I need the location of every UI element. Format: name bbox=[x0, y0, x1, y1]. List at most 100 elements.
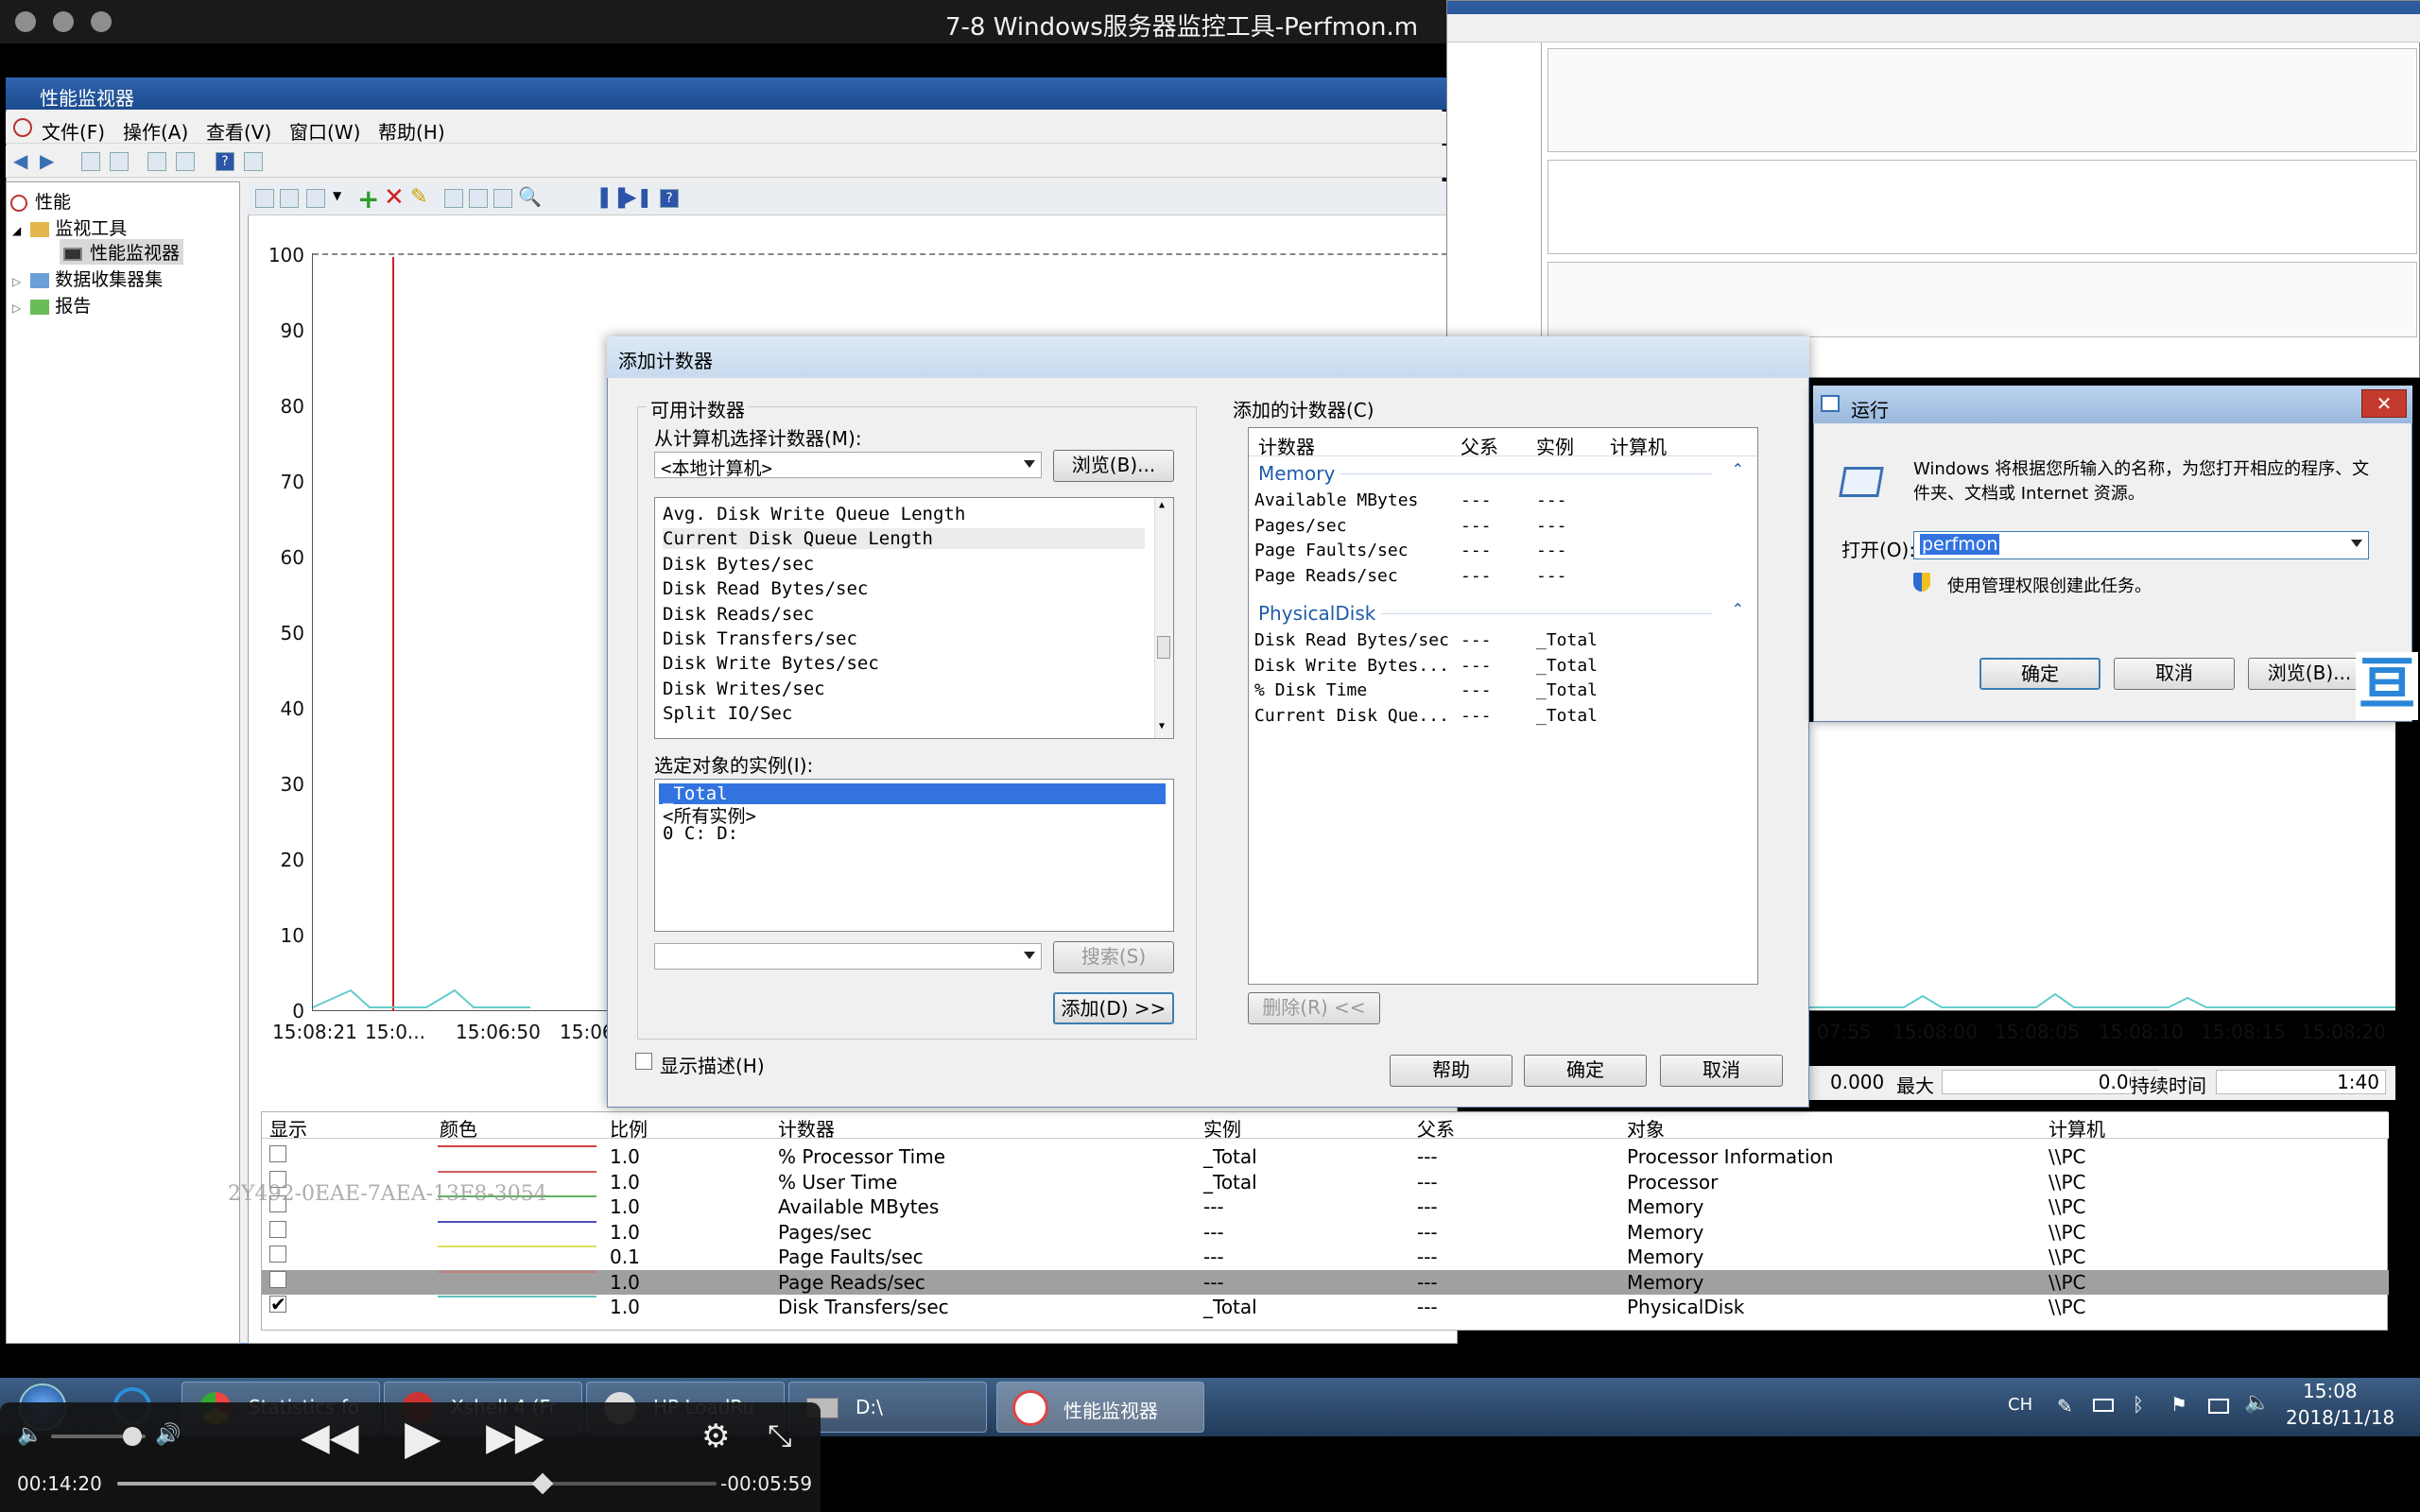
table-row[interactable]: 0.1 Page Faults/sec --- --- Memory \\PC bbox=[262, 1245, 2389, 1269]
progress-track[interactable] bbox=[117, 1472, 717, 1495]
browse-computers-button[interactable]: 浏览(B)... bbox=[1053, 450, 1174, 482]
run-ok-button[interactable]: 确定 bbox=[1979, 658, 2100, 690]
added-col-instance[interactable]: 实例 bbox=[1536, 432, 1574, 459]
added-counters-list[interactable]: 计数器 父系 实例 计算机 Memory ⌃ Available MBytes ---… bbox=[1248, 427, 1758, 985]
collapse-chevron-icon[interactable]: ⌃ bbox=[1732, 600, 1744, 618]
tree-item-performance-monitor[interactable]: 性能监视器 bbox=[60, 239, 184, 265]
added-group-header[interactable]: Memory ⌃ bbox=[1258, 460, 1744, 487]
settings-gear-icon[interactable]: ⚙ bbox=[701, 1418, 730, 1455]
help-button[interactable]: 帮助 bbox=[1390, 1055, 1512, 1087]
col-computer[interactable]: 计算机 bbox=[2048, 1114, 2105, 1142]
paste-icon[interactable] bbox=[469, 189, 488, 208]
tree-item-performance[interactable]: 性能 bbox=[10, 188, 71, 214]
counter-list-item[interactable]: Disk Reads/sec bbox=[663, 604, 814, 625]
tree-item-reports[interactable]: ▷ 报告 bbox=[12, 292, 91, 318]
table-row[interactable]: 1.0 % User Time _Total --- Processor \\PC bbox=[262, 1170, 2389, 1194]
expand-arrow-icon[interactable]: ◢ bbox=[12, 224, 21, 237]
view-log-data-icon[interactable] bbox=[280, 189, 299, 208]
play-icon[interactable]: ▶ bbox=[405, 1410, 441, 1465]
scroll-up-icon[interactable]: ▲ bbox=[1159, 500, 1165, 510]
up-folder-icon[interactable] bbox=[81, 152, 100, 171]
flag-icon[interactable]: ⚑ bbox=[2170, 1393, 2187, 1416]
minimize-dot-icon[interactable] bbox=[53, 11, 74, 32]
added-col-counter[interactable]: 计数器 bbox=[1258, 432, 1315, 459]
help-icon[interactable]: ? bbox=[216, 152, 234, 171]
volume-low-icon[interactable]: 🔈 bbox=[17, 1423, 43, 1447]
counter-list-item[interactable]: Avg. Disk Write Queue Length bbox=[663, 504, 965, 524]
volume-knob[interactable] bbox=[123, 1427, 142, 1446]
update-data-icon[interactable]: ▶❚ bbox=[622, 185, 652, 208]
ok-button[interactable]: 确定 bbox=[1524, 1055, 1647, 1087]
added-counter-row[interactable]: Page Faults/sec --- --- bbox=[1254, 541, 1746, 565]
tree-item-monitoring-tools[interactable]: ◢ 监视工具 bbox=[12, 215, 127, 240]
col-color[interactable]: 颜色 bbox=[440, 1114, 477, 1142]
cancel-button[interactable]: 取消 bbox=[1660, 1055, 1783, 1087]
properties-icon[interactable] bbox=[493, 189, 512, 208]
col-parent[interactable]: 父系 bbox=[1417, 1114, 1455, 1142]
show-hide-tree-icon[interactable] bbox=[110, 152, 129, 171]
instance-item[interactable]: 0 C: D: bbox=[663, 823, 738, 844]
col-scale[interactable]: 比例 bbox=[610, 1114, 648, 1142]
col-instance[interactable]: 实例 bbox=[1203, 1114, 1241, 1142]
show-checkbox[interactable] bbox=[269, 1220, 286, 1238]
menu-view[interactable]: 查看(V) bbox=[206, 117, 271, 145]
tree-item-data-collector-sets[interactable]: ▷ 数据收集器集 bbox=[12, 266, 163, 291]
menu-action[interactable]: 操作(A) bbox=[123, 117, 188, 145]
counter-list-item[interactable]: Disk Bytes/sec bbox=[663, 554, 814, 575]
input-language[interactable]: CH bbox=[2008, 1395, 2032, 1415]
view-current-activity-icon[interactable] bbox=[255, 189, 274, 208]
collapse-chevron-icon[interactable]: ⌃ bbox=[1732, 460, 1744, 478]
search-combo[interactable] bbox=[654, 943, 1042, 970]
close-dot-icon[interactable] bbox=[15, 11, 36, 32]
help-icon[interactable]: ? bbox=[660, 189, 679, 208]
scroll-thumb[interactable] bbox=[1157, 636, 1170, 659]
close-icon[interactable]: ✕ bbox=[2361, 389, 2407, 418]
scroll-down-icon[interactable]: ▼ bbox=[1159, 721, 1165, 731]
zoom-icon[interactable]: 🔍 bbox=[518, 185, 542, 208]
back-arrow-icon[interactable]: ◀ bbox=[13, 151, 32, 171]
added-col-computer[interactable]: 计算机 bbox=[1610, 432, 1667, 459]
clock-time[interactable]: 15:08 bbox=[2303, 1380, 2358, 1402]
export-icon[interactable] bbox=[147, 152, 166, 171]
added-counter-row[interactable]: Page Reads/sec --- --- bbox=[1254, 566, 1746, 591]
progress-knob[interactable] bbox=[531, 1472, 554, 1495]
open-combo[interactable]: perfmon bbox=[1913, 531, 2369, 559]
change-graph-type-icon[interactable] bbox=[306, 189, 325, 208]
show-checkbox[interactable] bbox=[269, 1145, 286, 1162]
add-button[interactable]: 添加(D) >> bbox=[1053, 992, 1174, 1024]
col-counter[interactable]: 计数器 bbox=[778, 1114, 835, 1142]
run-cancel-button[interactable]: 取消 bbox=[2114, 658, 2235, 690]
highlight-icon[interactable]: ✎ bbox=[410, 185, 427, 209]
volume-high-icon[interactable]: 🔊 bbox=[155, 1423, 181, 1447]
counter-list-item[interactable]: Current Disk Queue Length bbox=[663, 528, 1145, 550]
taskbar-item-perfmon[interactable]: 性能监视器 bbox=[996, 1382, 1204, 1433]
counter-list-item[interactable]: Split IO/Sec bbox=[663, 703, 792, 724]
table-row[interactable]: 1.0 Page Reads/sec --- --- Memory \\PC bbox=[262, 1269, 2389, 1295]
exit-fullscreen-icon[interactable]: ⤡ bbox=[768, 1418, 792, 1454]
added-counter-row[interactable]: Pages/sec --- --- bbox=[1254, 516, 1746, 541]
delete-counter-icon[interactable]: ✕ bbox=[384, 183, 405, 212]
instance-list[interactable]: _Total <所有实例> 0 C: D: bbox=[654, 779, 1174, 932]
added-counter-row[interactable]: Available MBytes --- --- bbox=[1254, 490, 1746, 515]
counter-list-item[interactable]: Disk Writes/sec bbox=[663, 679, 825, 699]
instance-item-selected[interactable]: _Total bbox=[659, 783, 1166, 804]
run-browse-button[interactable]: 浏览(B)... bbox=[2248, 658, 2371, 690]
show-checkbox[interactable]: ✔ bbox=[269, 1295, 286, 1314]
counter-list-item[interactable]: Disk Transfers/sec bbox=[663, 628, 857, 649]
added-col-parent[interactable]: 父系 bbox=[1461, 432, 1498, 459]
menu-file[interactable]: 文件(F) bbox=[42, 117, 105, 145]
fast-forward-icon[interactable]: ▶▶ bbox=[486, 1416, 544, 1459]
bluetooth-icon[interactable]: ᛒ bbox=[2133, 1393, 2144, 1416]
added-group-header[interactable]: PhysicalDisk ⌃ bbox=[1258, 600, 1744, 627]
dropdown-arrow-icon[interactable]: ▼ bbox=[333, 189, 341, 202]
add-counter-icon[interactable]: + bbox=[357, 183, 379, 215]
print-icon[interactable] bbox=[176, 152, 195, 171]
added-counter-row[interactable]: Disk Read Bytes/sec --- _Total bbox=[1254, 630, 1746, 655]
counter-list[interactable]: Avg. Disk Write Queue Length Current Disk… bbox=[654, 497, 1174, 739]
network-icon[interactable] bbox=[2208, 1399, 2229, 1414]
added-counter-row[interactable]: % Disk Time --- _Total bbox=[1254, 680, 1746, 705]
computer-combo[interactable]: <本地计算机> bbox=[654, 452, 1042, 479]
search-button[interactable]: 搜索(S) bbox=[1053, 941, 1174, 973]
counter-list-item[interactable]: Disk Read Bytes/sec bbox=[663, 578, 868, 599]
added-counter-row[interactable]: Current Disk Que... --- _Total bbox=[1254, 706, 1746, 730]
